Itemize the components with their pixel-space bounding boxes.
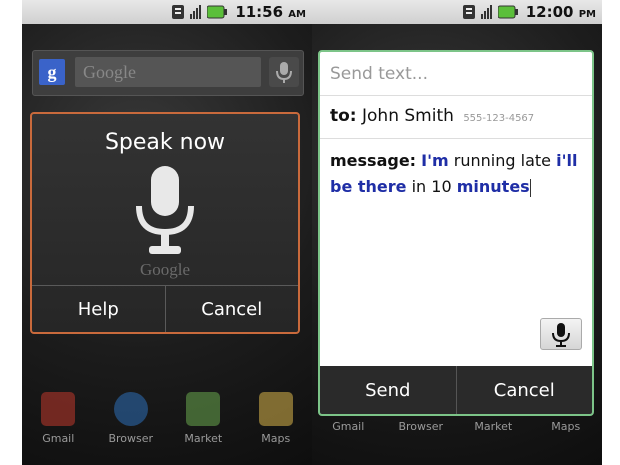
recipient-line: to: John Smith 555-123-4567 <box>330 106 534 126</box>
help-button[interactable]: Help <box>32 286 165 332</box>
left-phone-screen: 11:56 AM g Google Speak now Google Help … <box>22 0 312 465</box>
dock-item-market[interactable]: Market <box>463 420 523 460</box>
maps-icon <box>258 392 293 426</box>
google-search-widget[interactable]: g Google <box>32 50 304 96</box>
browser-globe-icon <box>113 392 148 426</box>
to-label: to: <box>330 106 357 126</box>
microphone-icon <box>136 166 194 254</box>
message-word: minutes <box>456 177 530 196</box>
battery-icon <box>207 5 228 19</box>
microphone-icon <box>552 323 570 347</box>
recipient-number: 555-123-4567 <box>463 113 535 124</box>
right-phone-screen: 12:00 PM Send text... to: John Smith 555… <box>312 0 602 465</box>
dock-label: Browser <box>398 420 444 433</box>
app-dock: Gmail Browser Market Maps <box>22 388 312 458</box>
dock-item-maps[interactable]: Maps <box>246 388 306 458</box>
status-bar: 12:00 PM <box>312 0 602 24</box>
clock: 11:56 AM <box>235 3 306 21</box>
dock-item-browser[interactable]: Browser <box>101 388 161 458</box>
recipient-name: John Smith <box>362 106 454 126</box>
google-watermark: Google <box>139 260 191 279</box>
dock-label: Maps <box>261 432 291 445</box>
dock-label: Maps <box>551 420 581 433</box>
dock-item-browser[interactable]: Browser <box>391 420 451 460</box>
sync-icon <box>462 5 475 19</box>
send-text-dialog: Send text... to: John Smith 555-123-4567… <box>318 50 594 416</box>
gmail-icon <box>41 392 76 426</box>
cancel-button[interactable]: Cancel <box>455 366 593 414</box>
voice-input-button[interactable] <box>540 318 582 350</box>
dock-label: Browser <box>108 432 154 445</box>
send-button[interactable]: Send <box>320 366 456 414</box>
message-word: I'm <box>421 151 449 170</box>
microphone-icon <box>276 62 292 83</box>
market-bag-icon <box>186 392 221 426</box>
clock: 12:00 PM <box>525 3 596 21</box>
battery-icon <box>497 5 518 19</box>
signal-icon <box>480 5 492 19</box>
signal-icon <box>190 5 202 19</box>
status-bar: 11:56 AM <box>22 0 312 24</box>
message-body[interactable]: message: I'm running late i'll be there … <box>330 148 586 200</box>
message-word: running late <box>453 151 551 170</box>
dialog-button-bar: Help Cancel <box>32 285 298 332</box>
voice-search-button[interactable] <box>269 57 299 87</box>
dock-item-gmail[interactable]: Gmail <box>318 420 378 460</box>
dock-item-maps[interactable]: Maps <box>536 420 596 460</box>
dock-label: Gmail <box>42 432 75 445</box>
message-word: in 10 <box>411 177 452 196</box>
dock-item-market[interactable]: Market <box>173 388 233 458</box>
send-text-field[interactable]: Send text... <box>320 52 592 96</box>
sync-icon <box>172 5 185 19</box>
dock-label: Gmail <box>332 420 365 433</box>
message-label: message: <box>330 151 417 170</box>
divider <box>320 138 592 139</box>
speak-now-dialog: Speak now Google Help Cancel <box>30 112 300 334</box>
cancel-button[interactable]: Cancel <box>164 286 299 332</box>
dialog-title: Speak now <box>104 130 226 155</box>
text-cursor <box>529 178 531 197</box>
google-logo-icon[interactable]: g <box>39 59 65 85</box>
dock-label: Market <box>184 432 223 445</box>
dialog-button-bar: Send Cancel <box>320 366 592 414</box>
app-dock: Gmail Browser Market Maps <box>312 420 602 460</box>
dock-item-gmail[interactable]: Gmail <box>28 388 88 458</box>
search-input[interactable]: Google <box>75 57 261 87</box>
dock-label: Market <box>474 420 513 433</box>
